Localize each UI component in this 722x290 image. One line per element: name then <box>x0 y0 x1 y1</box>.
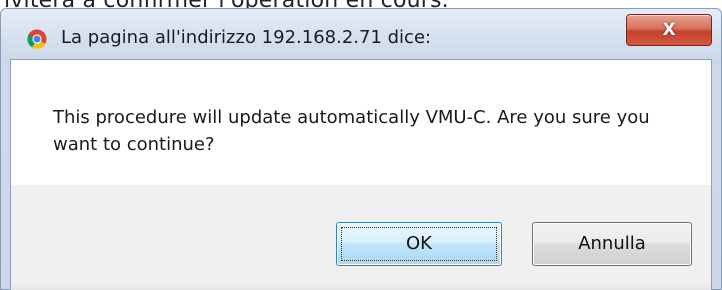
page: ivitera a confirmer l'operation en cours… <box>0 0 722 290</box>
ok-button-label: OK <box>406 233 432 254</box>
javascript-confirm-dialog: La pagina all'indirizzo 192.168.2.71 dic… <box>0 8 722 290</box>
message-area: This procedure will update automatically… <box>11 60 711 185</box>
close-icon: X <box>662 20 676 40</box>
chrome-icon <box>27 29 47 49</box>
close-button[interactable]: X <box>626 14 712 46</box>
dialog-body: This procedure will update automatically… <box>10 59 712 290</box>
dialog-title: La pagina all'indirizzo 192.168.2.71 dic… <box>61 27 432 48</box>
dialog-message: This procedure will update automatically… <box>53 107 650 155</box>
divider <box>11 283 711 290</box>
dialog-titlebar[interactable]: La pagina all'indirizzo 192.168.2.71 dic… <box>1 9 721 65</box>
ok-button[interactable]: OK <box>336 222 502 266</box>
cancel-button-label: Annulla <box>578 233 646 254</box>
cancel-button[interactable]: Annulla <box>532 222 692 266</box>
